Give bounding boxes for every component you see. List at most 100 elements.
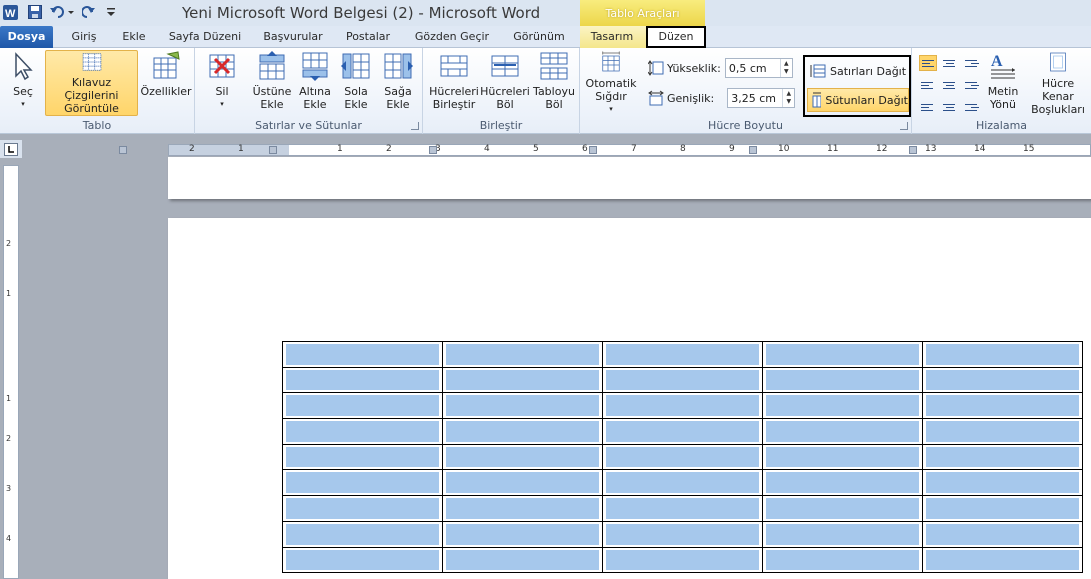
tab-insert[interactable]: Ekle	[116, 26, 152, 48]
table-cell[interactable]	[762, 366, 923, 394]
tab-home[interactable]: Giriş	[64, 26, 104, 48]
table-cell[interactable]	[282, 341, 443, 368]
table-row[interactable]	[282, 366, 1083, 394]
tab-review[interactable]: Gözden Geçir	[410, 26, 494, 48]
table-cell[interactable]	[922, 520, 1083, 548]
split-cells-button[interactable]: Hücreleri Böl	[480, 50, 530, 116]
table-cell[interactable]	[922, 418, 1083, 445]
table-row[interactable]	[282, 443, 1083, 471]
tab-page-layout[interactable]: Sayfa Düzeni	[166, 26, 244, 48]
properties-button[interactable]: Özellikler	[140, 50, 192, 116]
table-cell[interactable]	[442, 341, 603, 368]
table-cell[interactable]	[442, 366, 603, 394]
table-cell[interactable]	[922, 341, 1083, 368]
table-cell[interactable]	[922, 495, 1083, 522]
distribute-columns-button[interactable]: Sütunları Dağıt	[807, 88, 909, 112]
cell-size-launcher-icon[interactable]	[900, 122, 908, 130]
column-marker[interactable]	[909, 146, 917, 154]
table-cell[interactable]	[602, 546, 763, 574]
table-cell[interactable]	[602, 495, 763, 522]
table-cell[interactable]	[922, 366, 1083, 394]
height-input[interactable]: 0,5 cm ▲ ▼	[724, 58, 793, 78]
table-cell[interactable]	[282, 520, 443, 548]
table-row[interactable]	[282, 392, 1083, 420]
table-cell[interactable]	[762, 495, 923, 522]
table-row[interactable]	[282, 418, 1083, 445]
align-middle-left-icon[interactable]	[919, 77, 937, 93]
delete-button[interactable]: Sil ▾	[203, 50, 241, 116]
align-middle-center-icon[interactable]	[941, 77, 959, 93]
tab-design[interactable]: Tasarım	[585, 26, 639, 48]
width-spinner-icon[interactable]: ▲ ▼	[782, 89, 794, 107]
table-cell[interactable]	[762, 392, 923, 420]
align-top-center-icon[interactable]	[941, 55, 959, 71]
table-cell[interactable]	[282, 469, 443, 497]
table-cell[interactable]	[922, 469, 1083, 497]
table-cell[interactable]	[282, 366, 443, 394]
text-direction-button[interactable]: A Metin Yönü	[984, 50, 1022, 116]
table-cell[interactable]	[602, 469, 763, 497]
table-cell[interactable]	[282, 546, 443, 574]
table-cell[interactable]	[602, 418, 763, 445]
table-cell[interactable]	[762, 418, 923, 445]
insert-left-button[interactable]: Sola Ekle	[337, 50, 375, 116]
table-cell[interactable]	[762, 341, 923, 368]
table-cell[interactable]	[442, 392, 603, 420]
table-cell[interactable]	[602, 366, 763, 394]
table-cell[interactable]	[602, 392, 763, 420]
select-button[interactable]: Seç ▾	[4, 50, 42, 116]
table-row[interactable]	[282, 341, 1083, 368]
height-spinner-icon[interactable]: ▲ ▼	[779, 59, 792, 77]
table-cell[interactable]	[602, 443, 763, 471]
tab-layout[interactable]: Düzen	[646, 26, 706, 48]
table-cell[interactable]	[922, 546, 1083, 574]
table-cell[interactable]	[602, 520, 763, 548]
document-table[interactable]	[282, 341, 1083, 574]
table-cell[interactable]	[762, 443, 923, 471]
tab-file[interactable]: Dosya	[0, 26, 53, 48]
table-cell[interactable]	[602, 341, 763, 368]
table-cell[interactable]	[442, 546, 603, 574]
column-marker[interactable]	[589, 146, 597, 154]
table-cell[interactable]	[282, 495, 443, 522]
customize-toolbar-icon[interactable]	[104, 3, 118, 21]
table-cell[interactable]	[282, 418, 443, 445]
column-marker[interactable]	[119, 146, 127, 154]
cell-margins-button[interactable]: Hücre Kenar Boşlukları	[1025, 50, 1091, 116]
align-top-right-icon[interactable]	[963, 55, 981, 71]
insert-right-button[interactable]: Sağa Ekle	[379, 50, 417, 116]
table-cell[interactable]	[442, 520, 603, 548]
align-top-left-icon[interactable]	[919, 55, 937, 71]
vertical-ruler[interactable]: 2 1 1 2 3 4	[3, 165, 19, 579]
column-marker[interactable]	[749, 146, 757, 154]
table-row[interactable]	[282, 520, 1083, 548]
table-cell[interactable]	[762, 469, 923, 497]
horizontal-ruler[interactable]: 2 1 1 2 3 4 5 6 7 8 9 10 11 12 13 14 15	[119, 144, 1091, 156]
column-marker[interactable]	[269, 146, 277, 154]
undo-icon[interactable]	[48, 3, 76, 21]
split-table-button[interactable]: Tabloyu Böl	[531, 50, 577, 116]
table-row[interactable]	[282, 469, 1083, 497]
ruler-tab-selector[interactable]	[0, 140, 22, 158]
insert-above-button[interactable]: Üstüne Ekle	[252, 50, 292, 116]
table-row[interactable]	[282, 546, 1083, 574]
table-cell[interactable]	[442, 495, 603, 522]
insert-below-button[interactable]: Altına Ekle	[295, 50, 335, 116]
table-cell[interactable]	[282, 392, 443, 420]
align-bottom-center-icon[interactable]	[941, 99, 959, 115]
table-cell[interactable]	[442, 443, 603, 471]
table-cell[interactable]	[762, 520, 923, 548]
redo-icon[interactable]	[80, 3, 98, 21]
autofit-button[interactable]: Otomatik Sığdır ▾	[584, 50, 638, 116]
tab-mailings[interactable]: Postalar	[341, 26, 395, 48]
column-marker[interactable]	[429, 146, 437, 154]
tab-view[interactable]: Görünüm	[507, 26, 571, 48]
view-gridlines-button[interactable]: Kılavuz Çizgilerini Görüntüle	[45, 50, 138, 116]
merge-cells-button[interactable]: Hücreleri Birleştir	[429, 50, 479, 116]
table-cell[interactable]	[922, 392, 1083, 420]
tab-references[interactable]: Başvurular	[259, 26, 327, 48]
table-cell[interactable]	[282, 443, 443, 471]
table-cell[interactable]	[922, 443, 1083, 471]
align-bottom-left-icon[interactable]	[919, 99, 937, 115]
width-input[interactable]: 3,25 cm ▲ ▼	[727, 88, 796, 108]
